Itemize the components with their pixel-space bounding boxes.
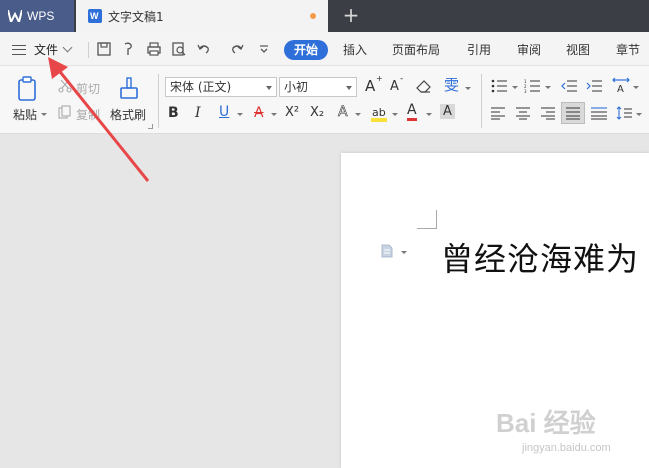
divider	[158, 74, 159, 128]
shrink-font-button[interactable]: A	[390, 79, 399, 94]
tab-references[interactable]: 引用	[467, 40, 491, 60]
numbering-dropdown-icon[interactable]	[545, 86, 551, 89]
font-size-value: 小初	[284, 80, 309, 94]
bold-button[interactable]: B	[168, 105, 179, 121]
highlight-dropdown-icon[interactable]	[392, 113, 398, 116]
margin-corner-mark	[417, 210, 437, 229]
align-center-icon[interactable]	[516, 107, 530, 120]
superscript-button[interactable]: X²	[285, 105, 299, 120]
align-left-icon[interactable]	[491, 107, 505, 120]
shrink-font-minus-icon: -	[400, 74, 404, 84]
file-menu-label: 文件	[34, 43, 59, 57]
tab-sections[interactable]: 章节	[616, 40, 640, 60]
paragraph-layout-icon[interactable]	[381, 244, 393, 258]
format-painter-icon[interactable]	[117, 76, 141, 102]
wps-app-name: WPS	[27, 9, 55, 23]
title-tab-bar: WPS 文字文稿1 +	[0, 0, 649, 32]
tab-review[interactable]: 审阅	[517, 40, 541, 60]
phonetic-guide-button[interactable]: 雯	[444, 74, 459, 95]
chevron-down-icon	[346, 86, 352, 90]
cut-button-label[interactable]: 剪切	[76, 80, 100, 97]
line-spacing-icon[interactable]	[616, 106, 632, 120]
phonetic-dropdown-icon[interactable]	[465, 87, 471, 90]
clear-format-eraser-icon[interactable]	[416, 79, 432, 93]
italic-button[interactable]: I	[195, 105, 201, 121]
writer-doc-icon	[88, 9, 102, 23]
document-body-text[interactable]: 曾经沧海难为	[441, 234, 639, 280]
svg-text:ab: ab	[372, 106, 386, 119]
line-spacing-dropdown-icon[interactable]	[636, 113, 642, 116]
underline-button[interactable]: U	[219, 104, 229, 120]
format-painter-label[interactable]: 格式刷	[110, 106, 146, 123]
copy-icon[interactable]	[58, 105, 72, 119]
chevron-down-icon	[266, 86, 272, 90]
customize-toolbar-icon[interactable]	[256, 41, 272, 57]
underline-dropdown-icon[interactable]	[237, 113, 243, 116]
distributed-align-icon[interactable]	[591, 106, 607, 120]
chevron-down-icon	[62, 42, 73, 53]
increase-indent-icon[interactable]	[586, 79, 602, 93]
tab-view[interactable]: 视图	[566, 40, 590, 60]
clipboard-launcher-icon[interactable]	[148, 124, 153, 129]
highlight-pen-icon[interactable]: ab	[371, 105, 389, 122]
home-ribbon: 粘贴 剪切 复制 格式刷 宋体 (正文) 小初 A + A - 雯 B I U …	[0, 66, 649, 134]
justify-button[interactable]	[561, 102, 585, 124]
tab-home[interactable]: 开始	[284, 40, 329, 60]
scissors-icon[interactable]	[58, 79, 72, 93]
new-tab-button[interactable]: +	[340, 4, 362, 26]
hamburger-icon	[12, 44, 26, 55]
print-icon[interactable]	[146, 41, 162, 57]
tab-insert[interactable]: 插入	[343, 40, 367, 60]
format-painter-quick-icon[interactable]	[121, 41, 137, 57]
strikethrough-button[interactable]: A	[254, 105, 264, 121]
text-effect-button[interactable]: A	[338, 104, 348, 121]
text-effect-dropdown-icon[interactable]	[355, 113, 361, 116]
align-justify-icon	[566, 107, 580, 120]
redo-icon[interactable]	[229, 41, 245, 57]
text-direction-icon[interactable]: A	[612, 77, 630, 93]
subscript-button[interactable]: X₂	[310, 105, 324, 120]
align-right-icon[interactable]	[541, 107, 555, 120]
font-name-value: 宋体 (正文)	[170, 80, 232, 94]
copy-button-label[interactable]: 复制	[76, 106, 100, 123]
file-menu-button[interactable]: 文件	[12, 41, 73, 58]
font-size-select[interactable]: 小初	[279, 77, 357, 97]
divider	[88, 42, 89, 58]
strikethrough-dropdown-icon[interactable]	[271, 113, 277, 116]
divider	[481, 74, 482, 128]
save-icon[interactable]	[96, 41, 112, 57]
menu-row: 文件 开始 插入 页面布局 引用 审阅 视图 章节	[0, 32, 649, 83]
numbered-list-icon[interactable]: 123	[524, 79, 542, 93]
text-direction-dropdown-icon[interactable]	[633, 86, 639, 89]
paste-icon[interactable]	[16, 76, 40, 102]
wps-logo-icon	[8, 10, 22, 22]
wps-home-tab[interactable]: WPS	[0, 0, 74, 32]
grow-font-plus-icon: +	[376, 74, 383, 83]
paste-dropdown-icon[interactable]	[41, 113, 47, 116]
svg-text:A: A	[617, 84, 624, 93]
font-color-button[interactable]: A	[407, 103, 417, 121]
grow-font-button[interactable]: A	[365, 77, 375, 95]
watermark-url: jingyan.baidu.com	[522, 442, 611, 454]
paragraph-layout-dropdown-icon[interactable]	[401, 251, 407, 254]
unsaved-dot-icon	[310, 13, 316, 19]
svg-text:3: 3	[524, 89, 527, 93]
print-preview-icon[interactable]	[171, 41, 187, 57]
paste-button-label[interactable]: 粘贴	[13, 106, 37, 123]
font-name-select[interactable]: 宋体 (正文)	[165, 77, 277, 97]
document-tab-title: 文字文稿1	[108, 9, 164, 24]
character-shading-button[interactable]: A	[440, 104, 455, 119]
document-tab[interactable]: 文字文稿1	[76, 0, 328, 32]
undo-icon[interactable]	[196, 41, 212, 57]
tab-page-layout[interactable]: 页面布局	[392, 40, 440, 60]
font-color-dropdown-icon[interactable]	[426, 113, 432, 116]
bullet-dropdown-icon[interactable]	[512, 86, 518, 89]
bullet-list-icon[interactable]	[491, 79, 509, 93]
decrease-indent-icon[interactable]	[561, 79, 577, 93]
document-page[interactable]	[341, 153, 649, 468]
watermark-logo: Bai 经验	[496, 408, 596, 438]
